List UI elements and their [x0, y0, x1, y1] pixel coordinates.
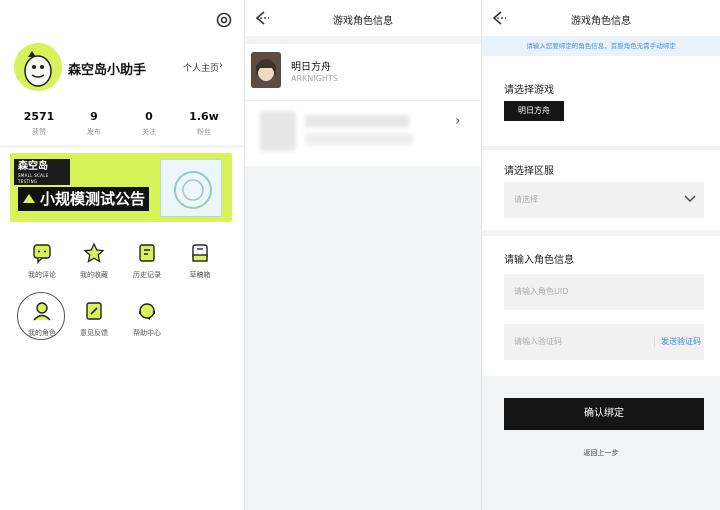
- profile-name: 森空岛小助手: [68, 63, 147, 78]
- banner-logo: 森空岛 SMALL SCALE TESTING: [14, 159, 70, 185]
- uid-input[interactable]: 请输入角色UID: [504, 274, 704, 310]
- send-code-button[interactable]: 发送验证码: [654, 336, 701, 347]
- scroll-paper-decoration: [160, 159, 222, 217]
- menu-my-comments[interactable]: 我的评论: [18, 242, 66, 280]
- chevron-right-icon[interactable]: ›: [219, 60, 223, 71]
- menu-drafts[interactable]: 草稿箱: [176, 242, 224, 280]
- chevron-down-icon: [684, 195, 696, 202]
- game-avatar: [251, 52, 281, 88]
- menu-my-characters[interactable]: 我的角色: [18, 300, 66, 338]
- help-icon: [139, 303, 155, 320]
- back-step-link[interactable]: 返回上一步: [482, 448, 720, 458]
- verification-code-input[interactable]: 请输入验证码 发送验证码: [504, 324, 704, 360]
- announcement-banner[interactable]: 森空岛 SMALL SCALE TESTING 小规模测试公告: [10, 153, 232, 222]
- draft-icon: [192, 244, 208, 262]
- avatar[interactable]: [14, 43, 62, 91]
- stat-following[interactable]: 0 关注: [129, 110, 169, 137]
- character-icon: [33, 302, 51, 321]
- bind-form-panel: 游戏角色信息 请输入您要绑定的角色信息，首服角色无需手动绑定 请选择游戏 明日方…: [481, 0, 720, 510]
- confirm-bind-button[interactable]: 确认绑定: [504, 398, 704, 430]
- selected-game-chip[interactable]: 明日方舟: [504, 101, 564, 121]
- stat-followers[interactable]: 1.6w 粉丝: [184, 110, 224, 137]
- menu-feedback[interactable]: 意见反馈: [70, 300, 118, 338]
- role-info-label: 请输入角色信息: [504, 255, 574, 266]
- menu-history[interactable]: 历史记录: [123, 242, 171, 280]
- header: 游戏角色信息: [482, 0, 720, 36]
- notice-banner: 请输入您要绑定的角色信息，首服角色无需手动绑定: [482, 36, 720, 56]
- stat-posts[interactable]: 9 发布: [74, 110, 114, 137]
- game-name: 明日方舟: [291, 62, 331, 73]
- select-game-label: 请选择游戏: [504, 85, 554, 96]
- blurred-text: [305, 133, 413, 145]
- game-character-icon: [251, 52, 281, 88]
- menu-my-favorites[interactable]: 我的收藏: [70, 242, 118, 280]
- history-icon: [139, 244, 155, 262]
- comment-icon: [33, 244, 51, 264]
- divider: [0, 145, 244, 148]
- blurred-text: [305, 115, 409, 127]
- banner-title: 小规模测试公告: [18, 187, 150, 211]
- role-info-section: 请输入角色信息 请输入角色UID 请输入验证码 发送验证码: [482, 236, 720, 376]
- emblem-icon: [174, 171, 212, 209]
- select-server-label: 请选择区服: [504, 166, 554, 177]
- blurred-character-row[interactable]: ›: [245, 100, 481, 166]
- stat-likes: 2571 获赞: [23, 110, 55, 136]
- blurred-avatar: [260, 111, 296, 151]
- star-icon: [83, 242, 105, 263]
- header: 游戏角色信息: [245, 0, 481, 36]
- chevron-right-icon[interactable]: ›: [455, 113, 461, 129]
- game-list-panel: 游戏角色信息 明日方舟 ARKNIGHTS ›: [244, 0, 481, 510]
- menu-help-center[interactable]: 帮助中心: [123, 300, 171, 338]
- mountain-icon: [23, 194, 35, 203]
- mascot-icon: [24, 51, 52, 87]
- game-card-arknights[interactable]: 明日方舟 ARKNIGHTS: [245, 44, 481, 100]
- select-server-section: 请选择区服 请选择: [482, 150, 720, 230]
- profile-panel: 森空岛小助手 个人主页 › 2571 获赞 9 发布 0 关注 1.6w 粉丝 …: [0, 0, 244, 510]
- page-title: 游戏角色信息: [571, 16, 631, 27]
- homepage-link[interactable]: 个人主页: [183, 61, 219, 74]
- settings-gear-icon[interactable]: [214, 10, 234, 30]
- page-title: 游戏角色信息: [333, 16, 393, 27]
- server-dropdown[interactable]: 请选择: [504, 182, 704, 218]
- game-name-en: ARKNIGHTS: [291, 74, 338, 83]
- feedback-icon: [86, 302, 102, 320]
